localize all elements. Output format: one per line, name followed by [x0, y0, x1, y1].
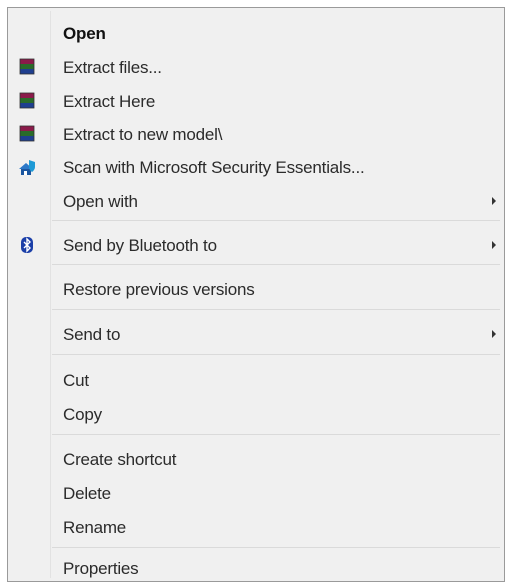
- winrar-archive-icon: [17, 124, 37, 144]
- menu-item-properties[interactable]: Properties: [8, 554, 504, 582]
- menu-item-delete-label: Delete: [63, 484, 111, 503]
- winrar-archive-icon: [17, 91, 37, 111]
- menu-item-create-shortcut[interactable]: Create shortcut: [8, 445, 504, 473]
- bluetooth-icon: [17, 235, 37, 255]
- menu-item-extract-files[interactable]: Extract files...: [8, 53, 504, 81]
- menu-item-send-bluetooth-label: Send by Bluetooth to: [63, 236, 217, 255]
- menu-item-open-with-label: Open with: [63, 192, 138, 211]
- submenu-arrow-icon: [492, 330, 496, 338]
- menu-item-create-shortcut-label: Create shortcut: [63, 450, 177, 469]
- menu-item-properties-label: Properties: [63, 559, 139, 578]
- menu-item-extract-to-folder-label: Extract to new model\: [63, 125, 223, 144]
- menu-separator: [52, 309, 500, 310]
- menu-item-open-with[interactable]: Open with: [8, 187, 504, 215]
- winrar-archive-icon: [17, 57, 37, 77]
- menu-item-restore-versions-label: Restore previous versions: [63, 280, 255, 299]
- menu-separator: [52, 354, 500, 355]
- menu-separator: [52, 264, 500, 265]
- menu-item-scan[interactable]: Scan with Microsoft Security Essentials.…: [8, 153, 504, 181]
- menu-item-rename-label: Rename: [63, 518, 127, 537]
- menu-item-extract-here-label: Extract Here: [63, 92, 156, 111]
- microsoft-security-essentials-icon: [17, 157, 37, 177]
- menu-item-cut[interactable]: Cut: [8, 366, 504, 394]
- menu-item-rename[interactable]: Rename: [8, 513, 504, 541]
- menu-item-cut-label: Cut: [63, 371, 89, 390]
- menu-item-open-label: Open: [63, 24, 106, 43]
- submenu-arrow-icon: [492, 197, 496, 205]
- menu-item-scan-label: Scan with Microsoft Security Essentials.…: [63, 158, 365, 177]
- menu-item-extract-to-folder[interactable]: Extract to new model\: [8, 120, 504, 148]
- menu-item-send-to-label: Send to: [63, 325, 121, 344]
- menu-item-open[interactable]: Open: [8, 19, 504, 47]
- menu-separator: [52, 547, 500, 548]
- menu-separator: [52, 434, 500, 435]
- menu-item-restore-versions[interactable]: Restore previous versions: [8, 275, 504, 303]
- menu-item-send-bluetooth[interactable]: Send by Bluetooth to: [8, 231, 504, 259]
- menu-item-delete[interactable]: Delete: [8, 479, 504, 507]
- menu-separator: [52, 220, 500, 221]
- menu-item-send-to[interactable]: Send to: [8, 320, 504, 348]
- context-menu: Open Extract files... Extract Here Extra…: [7, 7, 505, 582]
- menu-item-extract-here[interactable]: Extract Here: [8, 87, 504, 115]
- menu-item-copy[interactable]: Copy: [8, 400, 504, 428]
- menu-item-copy-label: Copy: [63, 405, 102, 424]
- submenu-arrow-icon: [492, 241, 496, 249]
- menu-item-extract-files-label: Extract files...: [63, 58, 162, 77]
